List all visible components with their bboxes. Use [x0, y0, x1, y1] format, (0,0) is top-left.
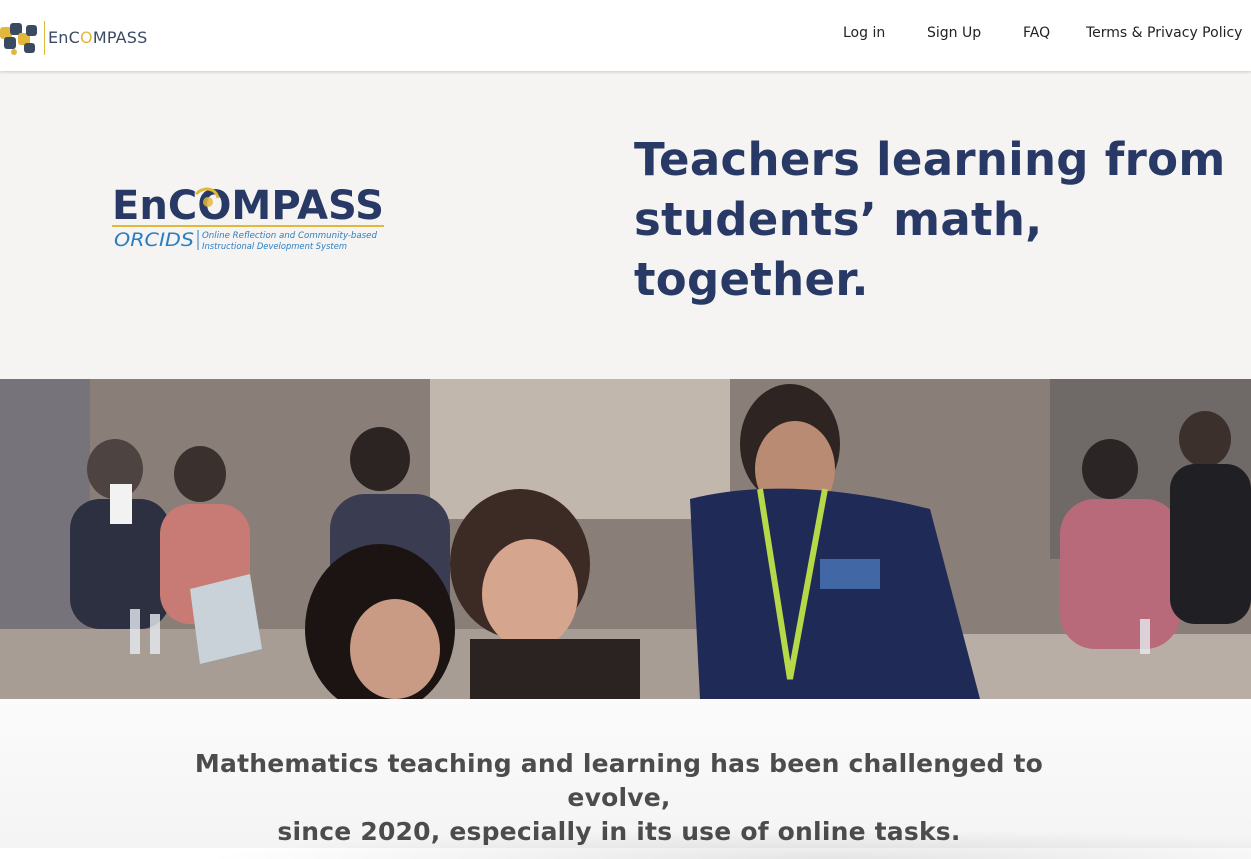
- top-navigation-bar: EnCOMPASS Log in Sign Up FAQ Terms & Pri…: [0, 0, 1251, 71]
- logo-wordmark: EnCOMPASS: [48, 28, 148, 47]
- nav-terms-privacy[interactable]: Terms & Privacy Policy: [1086, 25, 1242, 45]
- logo-divider: [44, 20, 45, 55]
- svg-text:Instructional Development Syst: Instructional Development System: [202, 242, 347, 252]
- encompass-orcids-logo: EnCOMPASS ORCIDS Online Reflection and C…: [112, 183, 384, 252]
- site-logo[interactable]: EnCOMPASS: [0, 19, 150, 56]
- svg-text:EnCOMPASS: EnCOMPASS: [112, 183, 384, 229]
- intro-section: Mathematics teaching and learning has be…: [0, 699, 1251, 859]
- workshop-photo: [0, 379, 1251, 699]
- orcids-acronym: ORCIDS: [114, 229, 194, 251]
- orcids-puzzle-logo-icon: [0, 23, 37, 55]
- card-shadow: [200, 829, 1251, 859]
- nav-sign-up[interactable]: Sign Up: [927, 25, 981, 45]
- workshop-photo-icon: [0, 379, 1251, 699]
- intro-line-1: Mathematics teaching and learning has be…: [194, 749, 1044, 812]
- svg-text:Online Reflection and Communit: Online Reflection and Community-based: [202, 231, 377, 241]
- nav-faq[interactable]: FAQ: [1023, 25, 1050, 45]
- hero-section: EnCOMPASS ORCIDS Online Reflection and C…: [0, 71, 1251, 379]
- nav-log-in[interactable]: Log in: [843, 25, 885, 45]
- hero-headline: Teachers learning from students’ math, t…: [634, 133, 1226, 306]
